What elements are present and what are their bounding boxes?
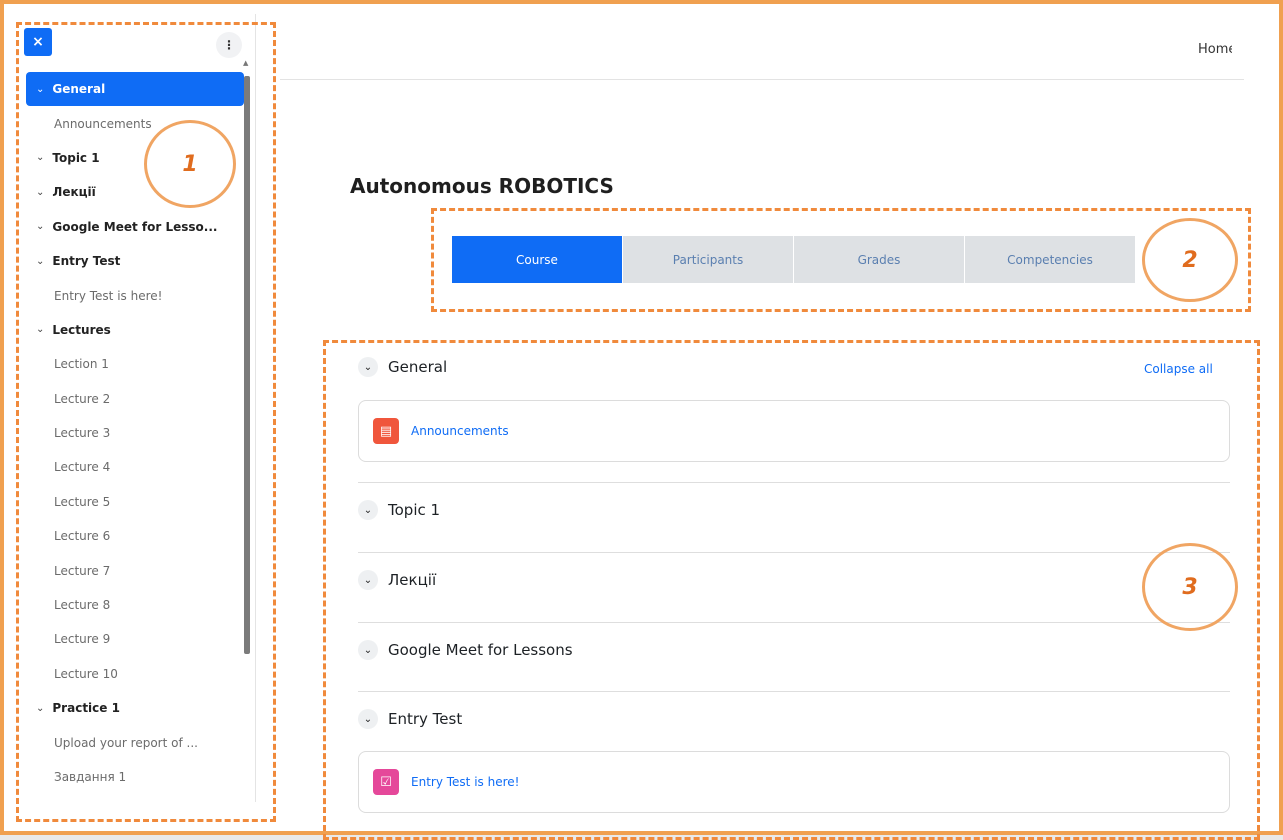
annotation-region-2	[431, 208, 1251, 312]
annotation-marker-2: 2	[1142, 218, 1238, 302]
home-link[interactable]: Home	[1198, 42, 1232, 57]
page-title: Autonomous ROBOTICS	[350, 174, 614, 198]
page-header: Home	[280, 14, 1244, 80]
annotation-region-1	[16, 22, 276, 822]
annotation-region-3	[323, 340, 1260, 840]
annotation-marker-1: 1	[144, 120, 236, 208]
annotation-marker-3: 3	[1142, 543, 1238, 631]
